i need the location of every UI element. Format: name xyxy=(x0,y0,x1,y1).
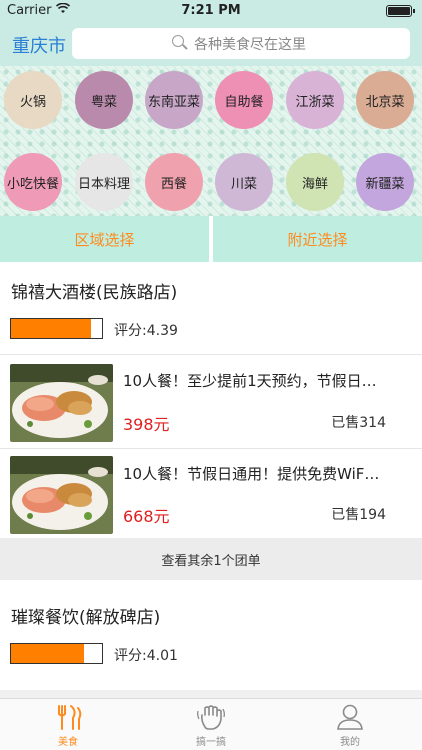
rating-fill xyxy=(11,319,92,338)
category-label: 西餐 xyxy=(160,176,187,192)
deal-sold-count: 已售194 xyxy=(331,507,386,523)
fork-knife-icon xyxy=(53,703,83,731)
category-item[interactable]: 江浙菜 xyxy=(286,71,344,129)
category-label: 川菜 xyxy=(230,176,257,192)
divider xyxy=(0,690,422,698)
deal-title[interactable]: 10人餐！节假日通用！提供免费WiF… xyxy=(123,463,413,484)
category-label: 海鲜 xyxy=(301,176,328,192)
deal-image[interactable] xyxy=(10,456,113,534)
tab-bar: 美食 搞一搞 我的 xyxy=(0,698,422,750)
deal-price: 398元 xyxy=(123,415,170,434)
divider xyxy=(0,354,422,355)
filter-bar: 区域选择 附近选择 xyxy=(0,216,422,262)
search-placeholder: 各种美食尽在这里 xyxy=(194,37,306,53)
category-item[interactable]: 海鲜 xyxy=(286,153,344,211)
category-item[interactable]: 日本料理 xyxy=(75,153,133,211)
tab-label: 搞一搞 xyxy=(196,737,226,748)
more-deals-button[interactable]: 查看其余1个团单 xyxy=(0,538,422,580)
deal-price: 668元 xyxy=(123,507,170,526)
tab-label: 美食 xyxy=(58,737,78,748)
shop-name[interactable]: 璀璨餐饮(解放碑店) xyxy=(11,603,160,628)
city-selector[interactable]: 重庆市 xyxy=(12,32,66,58)
rating-fill xyxy=(11,644,84,663)
category-label: 江浙菜 xyxy=(295,94,335,110)
nav-bar: 重庆市 各种美食尽在这里 xyxy=(0,22,422,66)
category-label: 日本料理 xyxy=(77,176,130,192)
rating-bar xyxy=(10,643,103,664)
category-item[interactable]: 粤菜 xyxy=(75,71,133,129)
tab-food[interactable]: 美食 xyxy=(38,703,98,748)
category-label: 粤菜 xyxy=(90,94,117,110)
category-grid: 火锅 粤菜 东南亚菜 自助餐 江浙菜 北京菜 小吃快餐 日本料理 西餐 川菜 海… xyxy=(0,66,422,216)
rating-score: 评分:4.01 xyxy=(114,648,178,664)
category-label: 小吃快餐 xyxy=(6,176,59,192)
hand-icon xyxy=(196,703,226,731)
category-label: 北京菜 xyxy=(365,94,405,110)
deal-sold-count: 已售314 xyxy=(331,415,386,431)
nearby-filter-button[interactable]: 附近选择 xyxy=(213,216,422,262)
category-label: 火锅 xyxy=(19,94,46,110)
deal-image[interactable] xyxy=(10,364,113,442)
tab-label: 我的 xyxy=(340,737,360,748)
shop-name[interactable]: 锦禧大酒楼(民族路店) xyxy=(11,278,177,303)
category-item[interactable]: 北京菜 xyxy=(356,71,414,129)
category-label: 新疆菜 xyxy=(365,176,405,192)
rating-score: 评分:4.39 xyxy=(114,323,178,339)
search-icon xyxy=(172,35,184,47)
category-label: 东南亚菜 xyxy=(147,94,200,110)
category-item[interactable]: 小吃快餐 xyxy=(4,153,62,211)
tab-shake[interactable]: 搞一搞 xyxy=(181,703,241,748)
clock: 7:21 PM xyxy=(181,3,241,18)
rating-bar xyxy=(10,318,103,339)
divider xyxy=(0,448,422,449)
user-icon xyxy=(335,703,365,731)
battery-icon xyxy=(386,5,415,17)
category-item[interactable]: 东南亚菜 xyxy=(145,71,203,129)
search-input[interactable]: 各种美食尽在这里 xyxy=(72,28,410,59)
status-bar: Carrier 7:21 PM xyxy=(0,0,422,22)
category-item[interactable]: 川菜 xyxy=(215,153,273,211)
category-item[interactable]: 火锅 xyxy=(4,71,62,129)
category-item[interactable]: 自助餐 xyxy=(215,71,273,129)
category-item[interactable]: 西餐 xyxy=(145,153,203,211)
tab-profile[interactable]: 我的 xyxy=(320,703,380,748)
category-label: 自助餐 xyxy=(224,94,264,110)
area-filter-button[interactable]: 区域选择 xyxy=(0,216,209,262)
deal-title[interactable]: 10人餐！至少提前1天预约，节假日… xyxy=(123,370,413,391)
category-item[interactable]: 新疆菜 xyxy=(356,153,414,211)
